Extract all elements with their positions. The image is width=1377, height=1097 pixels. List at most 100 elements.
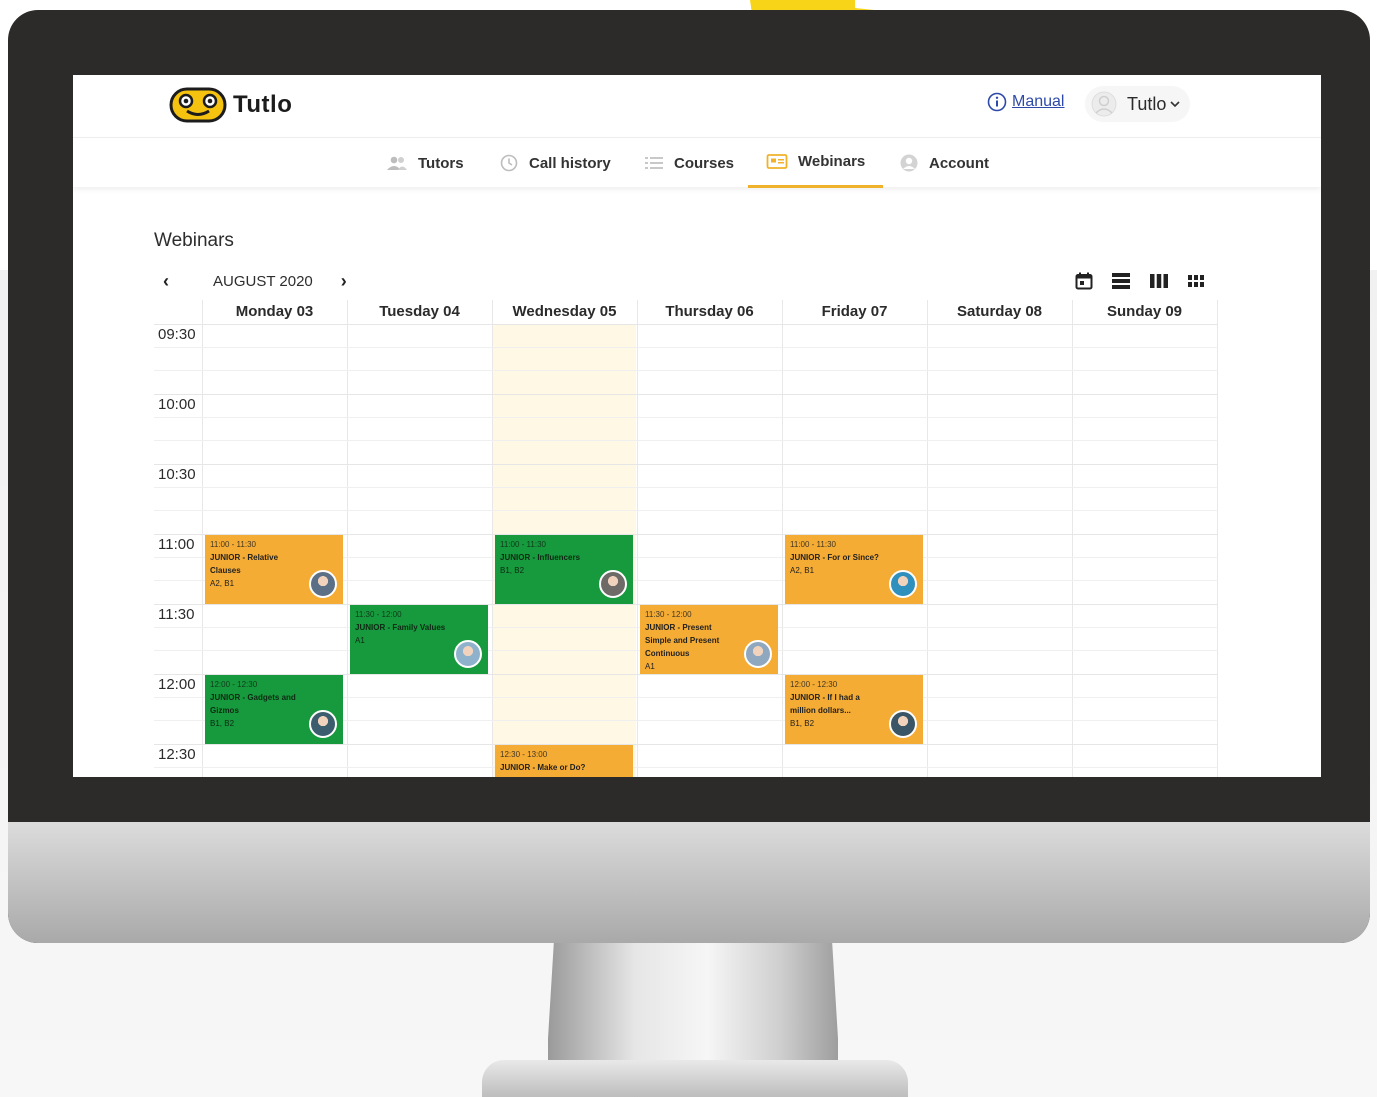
- column-divider: [347, 300, 348, 777]
- tab-label: Tutors: [418, 154, 464, 172]
- event-title: JUNIOR - If I had a million dollars...: [790, 693, 860, 715]
- webinar-event[interactable]: 12:30 - 13:00 JUNIOR - Make or Do?: [495, 745, 633, 777]
- column-divider: [202, 300, 203, 777]
- tab-courses[interactable]: Courses: [644, 138, 734, 188]
- day-header: Sunday 09: [1106, 303, 1183, 320]
- time-label: 11:00: [158, 536, 195, 553]
- time-label: 12:30: [158, 746, 196, 763]
- tab-label: Call history: [529, 154, 611, 172]
- event-time: 11:30 - 12:00: [645, 610, 692, 619]
- list-icon: [645, 157, 663, 169]
- event-title: JUNIOR - Relative Clauses: [210, 553, 279, 575]
- month-label: AUGUST 2020: [213, 273, 313, 290]
- slot-line: [154, 324, 1218, 325]
- tab-tutors[interactable]: Tutors: [386, 138, 464, 188]
- event-title: JUNIOR - Family Values: [355, 623, 446, 632]
- manual-link[interactable]: Manual: [987, 92, 1064, 112]
- avatar-icon: [1091, 91, 1117, 117]
- day-header: Thursday 06: [665, 303, 754, 320]
- tab-label: Courses: [674, 154, 735, 172]
- time-label: 09:30: [158, 326, 196, 343]
- monitor-base: [482, 1060, 908, 1097]
- monitor-chin: [8, 822, 1370, 943]
- users-icon: [387, 156, 407, 170]
- column-divider: [1217, 300, 1218, 777]
- app-screen: Tutlo Manual Tutlo Tutors Call history C…: [73, 75, 1321, 777]
- tab-label: Webinars: [798, 153, 866, 170]
- day-header: Tuesday 04: [379, 303, 460, 320]
- user-name: Tutlo: [1127, 93, 1167, 114]
- webinar-event[interactable]: 11:00 - 11:30 JUNIOR - Influencers B1, B2: [495, 535, 633, 604]
- tab-account[interactable]: Account: [899, 138, 989, 188]
- event-title: JUNIOR - For or Since?: [790, 553, 879, 562]
- column-divider: [782, 300, 783, 777]
- info-icon: [987, 92, 1007, 112]
- month-view-icon[interactable]: [1187, 273, 1205, 289]
- sub-slot-line: [154, 487, 1218, 488]
- time-label: 12:00: [158, 676, 196, 693]
- history-icon: [500, 154, 518, 172]
- sub-slot-line: [154, 510, 1218, 511]
- sub-slot-line: [154, 370, 1218, 371]
- day-header: Wednesday 05: [512, 303, 617, 320]
- manual-label: Manual: [1012, 93, 1065, 110]
- column-divider: [492, 300, 493, 777]
- week-view-icon[interactable]: [1149, 273, 1169, 289]
- webinar-event[interactable]: 12:00 - 12:30 JUNIOR - If I had a million…: [785, 675, 923, 744]
- webinar-event[interactable]: 12:00 - 12:30 JUNIOR - Gadgets and Gizmos…: [205, 675, 343, 744]
- event-time: 11:00 - 11:30: [210, 540, 256, 549]
- day-view-icon[interactable]: [1075, 272, 1093, 290]
- day-header: Friday 07: [821, 303, 888, 320]
- day-header: Monday 03: [235, 303, 314, 320]
- next-month-button[interactable]: ›: [341, 271, 361, 292]
- user-menu[interactable]: Tutlo: [1085, 86, 1190, 122]
- event-title: JUNIOR - Make or Do?: [500, 763, 586, 772]
- event-title: JUNIOR - Gadgets and Gizmos: [210, 693, 296, 715]
- tutor-avatar: [309, 570, 337, 598]
- webinar-event[interactable]: 11:00 - 11:30 JUNIOR - For or Since? A2, B…: [785, 535, 923, 604]
- event-time: 11:30 - 12:00: [355, 610, 402, 619]
- event-time: 12:00 - 12:30: [210, 680, 258, 689]
- sub-slot-line: [154, 767, 1218, 768]
- logo-text: Tutlo: [233, 91, 293, 118]
- slot-line: [154, 744, 1218, 745]
- column-divider: [1072, 300, 1073, 777]
- view-switcher: [1075, 272, 1205, 290]
- chevron-down-icon: [1170, 101, 1180, 108]
- tab-label: Account: [929, 154, 989, 172]
- event-title: JUNIOR - Influencers: [500, 553, 581, 562]
- logo-face-icon: [169, 87, 227, 123]
- list-view-icon[interactable]: [1111, 272, 1131, 290]
- event-time: 11:00 - 11:30: [790, 540, 836, 549]
- month-navigator: ‹ AUGUST 2020 ›: [163, 271, 361, 292]
- tab-webinars[interactable]: Webinars: [748, 138, 884, 188]
- sub-slot-line: [154, 417, 1218, 418]
- tutor-avatar: [454, 640, 482, 668]
- tab-call-history[interactable]: Call history: [499, 138, 611, 188]
- monitor-frame: Tutlo Manual Tutlo Tutors Call history C…: [8, 10, 1370, 943]
- week-calendar: Monday 03 Tuesday 04 Wednesday 05 Thursday …: [154, 300, 1218, 777]
- slot-line: [154, 394, 1218, 395]
- day-header: Saturday 08: [956, 303, 1043, 320]
- webinar-icon: [766, 153, 788, 169]
- event-title: JUNIOR - Present Simple and Present Cont…: [645, 623, 720, 658]
- top-bar: Tutlo Manual Tutlo: [73, 75, 1321, 137]
- event-time: 12:30 - 13:00: [500, 750, 548, 759]
- sub-slot-line: [154, 440, 1218, 441]
- time-label: 11:30: [158, 606, 195, 623]
- prev-month-button[interactable]: ‹: [163, 271, 183, 292]
- column-divider: [927, 300, 928, 777]
- time-label: 10:00: [158, 396, 196, 413]
- main-nav: Tutors Call history Courses Webinars Acc…: [73, 137, 1321, 188]
- webinar-event[interactable]: 11:00 - 11:30 JUNIOR - Relative Clauses A2…: [205, 535, 343, 604]
- time-label: 10:30: [158, 466, 196, 483]
- column-divider: [637, 300, 638, 777]
- event-time: 11:00 - 11:30: [500, 540, 546, 549]
- tutor-avatar: [744, 640, 772, 668]
- webinar-event[interactable]: 11:30 - 12:00 JUNIOR - Present Simple and…: [640, 605, 778, 674]
- webinar-event[interactable]: 11:30 - 12:00 JUNIOR - Family Values A1: [350, 605, 488, 674]
- logo[interactable]: Tutlo: [169, 87, 292, 123]
- tutor-avatar: [309, 710, 337, 738]
- tutor-avatar: [889, 570, 917, 598]
- account-icon: [900, 154, 918, 172]
